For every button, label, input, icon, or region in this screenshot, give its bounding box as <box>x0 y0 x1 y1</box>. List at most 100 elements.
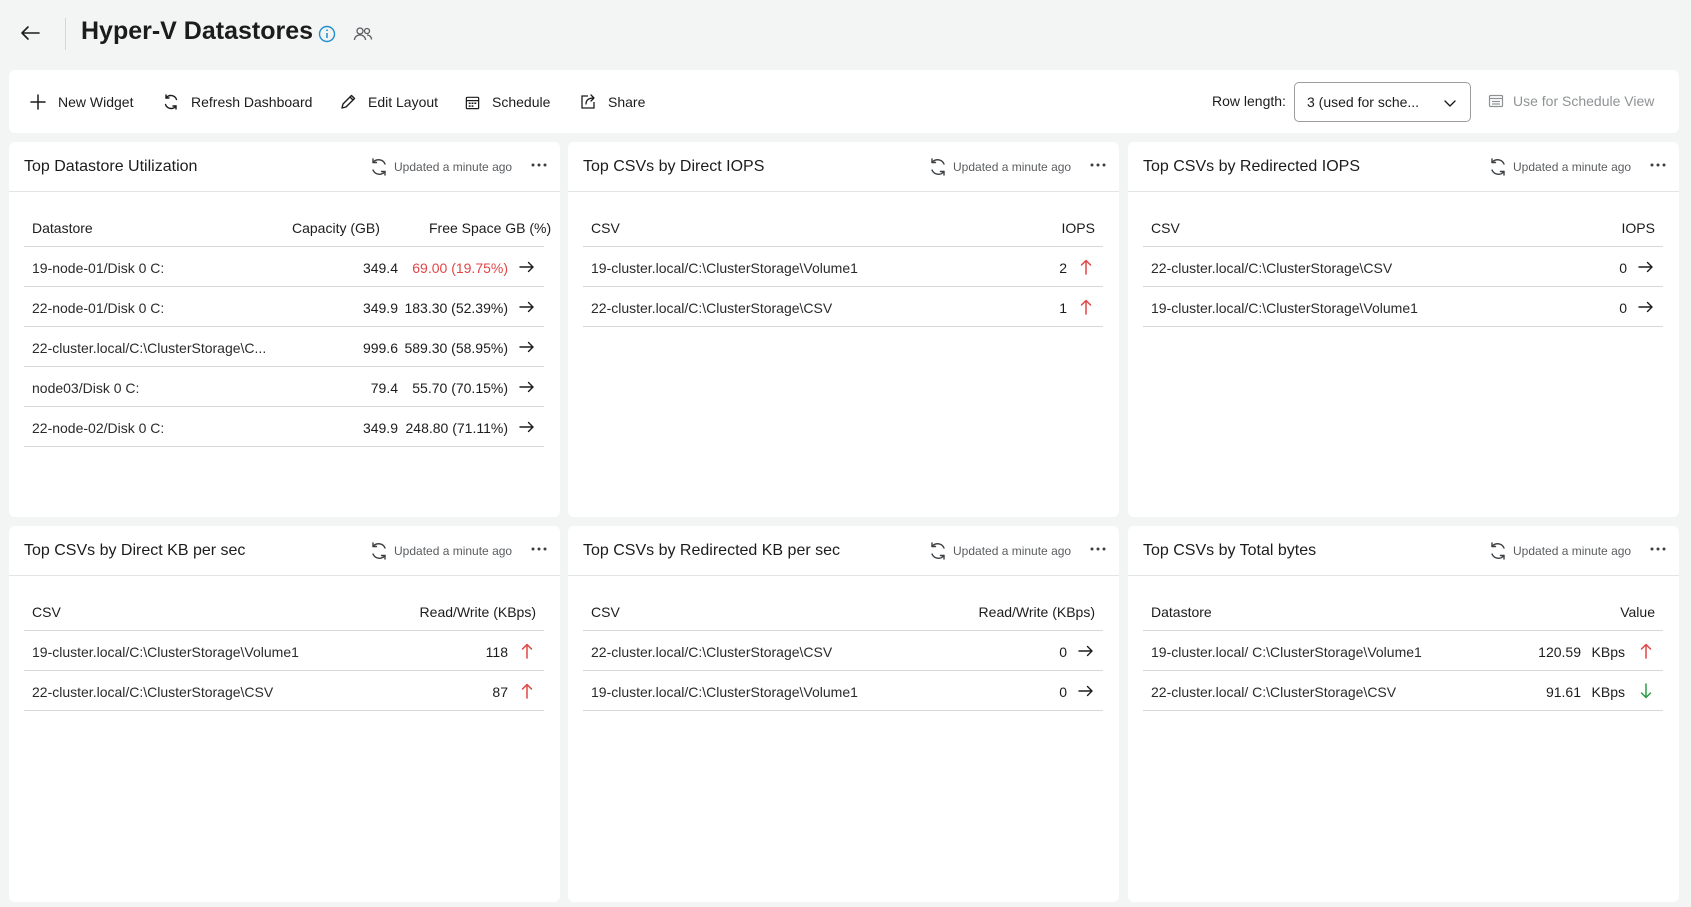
more-options-icon[interactable] <box>1087 538 1109 560</box>
widget-top-csvs-redirected-kb: Top CSVs by Redirected KB per sec Update… <box>568 526 1119 902</box>
widget-top-datastore-utilization: Top Datastore Utilization Updated a minu… <box>9 142 560 517</box>
back-arrow-icon[interactable] <box>15 18 45 48</box>
kbps-value: 87 <box>492 684 508 700</box>
widget-title: Top Datastore Utilization <box>24 158 198 175</box>
arrow-right-icon[interactable] <box>518 418 536 436</box>
edit-layout-label: Edit Layout <box>368 94 439 110</box>
unit-label: KBps <box>1591 644 1625 660</box>
table-row[interactable]: 22-cluster.local/C:\ClusterStorage\C... … <box>24 327 544 367</box>
arrow-right-icon[interactable] <box>518 378 536 396</box>
table-row[interactable]: 19-cluster.local/C:\ClusterStorage\Volum… <box>1143 287 1663 327</box>
more-options-icon[interactable] <box>1647 154 1669 176</box>
refresh-icon[interactable] <box>368 156 390 178</box>
iops-value: 1 <box>1059 300 1067 316</box>
arrow-right-icon[interactable] <box>1077 682 1095 700</box>
arrow-down-icon <box>1637 682 1655 700</box>
refresh-icon[interactable] <box>1487 540 1509 562</box>
table-row[interactable]: 19-cluster.local/C:\ClusterStorage\Volum… <box>24 631 544 671</box>
datastore-name: 22-cluster.local/ C:\ClusterStorage\CSV <box>1151 684 1397 700</box>
table-row[interactable]: 22-cluster.local/C:\ClusterStorage\CSV 8… <box>24 671 544 711</box>
more-options-icon[interactable] <box>528 154 550 176</box>
refresh-dashboard-button[interactable]: Refresh Dashboard <box>162 88 312 116</box>
users-icon[interactable] <box>352 24 374 44</box>
column-header: Read/Write (KBps) <box>419 604 536 620</box>
csv-name: 19-cluster.local/C:\ClusterStorage\Volum… <box>591 260 858 276</box>
free-space-value: 589.30 (58.95%) <box>404 340 508 356</box>
iops-value: 0 <box>1619 300 1627 316</box>
arrow-right-icon[interactable] <box>518 258 536 276</box>
use-for-schedule-view-toggle[interactable]: Use for Schedule View <box>1488 93 1654 109</box>
arrow-right-icon[interactable] <box>1637 298 1655 316</box>
new-widget-button[interactable]: New Widget <box>29 88 133 116</box>
refresh-dashboard-label: Refresh Dashboard <box>191 94 313 110</box>
updated-status: Updated a minute ago <box>1513 160 1632 174</box>
bytes-value: 91.61 <box>1545 684 1581 700</box>
refresh-icon[interactable] <box>927 156 949 178</box>
updated-status: Updated a minute ago <box>394 544 513 558</box>
row-length-select[interactable]: 3 (used for sche... <box>1294 82 1471 122</box>
table-header: CSV Read/Write (KBps) <box>583 591 1103 631</box>
data-table: CSV Read/Write (KBps) 22-cluster.local/C… <box>583 591 1103 711</box>
updated-status: Updated a minute ago <box>953 544 1072 558</box>
arrow-right-icon[interactable] <box>518 298 536 316</box>
table-row[interactable]: 22-cluster.local/C:\ClusterStorage\CSV 1 <box>583 287 1103 327</box>
page-title: Hyper-V Datastores <box>81 17 314 45</box>
column-header: Datastore <box>1151 604 1212 620</box>
table-row[interactable]: 19-node-01/Disk 0 C: 349.4 69.00 (19.75%… <box>24 247 544 287</box>
table-row[interactable]: 19-cluster.local/C:\ClusterStorage\Volum… <box>583 671 1103 711</box>
more-options-icon[interactable] <box>1087 154 1109 176</box>
table-row[interactable]: 22-cluster.local/C:\ClusterStorage\CSV 0 <box>583 631 1103 671</box>
updated-status: Updated a minute ago <box>394 160 513 174</box>
calendar-icon <box>465 96 480 109</box>
arrow-right-icon[interactable] <box>1077 642 1095 660</box>
bytes-value: 120.59 <box>1538 644 1581 660</box>
more-options-icon[interactable] <box>528 538 550 560</box>
widget-header: Top CSVs by Redirected IOPS Updated a mi… <box>1128 142 1679 192</box>
widget-title: Top CSVs by Redirected IOPS <box>1143 158 1360 175</box>
widget-top-csvs-redirected-iops: Top CSVs by Redirected IOPS Updated a mi… <box>1128 142 1679 517</box>
arrow-right-icon[interactable] <box>518 338 536 356</box>
table-row[interactable]: 22-cluster.local/ C:\ClusterStorage\CSV … <box>1143 671 1663 711</box>
unit-label: KBps <box>1591 684 1625 700</box>
widget-header: Top CSVs by Direct IOPS Updated a minute… <box>568 142 1119 192</box>
datastore-name: 22-node-01/Disk 0 C: <box>32 300 165 316</box>
table-row[interactable]: 22-node-02/Disk 0 C: 349.9 248.80 (71.11… <box>24 407 544 447</box>
widget-title: Top CSVs by Direct KB per sec <box>24 542 246 559</box>
more-options-icon[interactable] <box>1647 538 1669 560</box>
column-header: Free Space GB (%) <box>429 220 552 236</box>
table-row[interactable]: 19-cluster.local/ C:\ClusterStorage\Volu… <box>1143 631 1663 671</box>
share-button[interactable]: Share <box>579 88 645 116</box>
table-header: CSV IOPS <box>1143 207 1663 247</box>
use-for-schedule-view-label: Use for Schedule View <box>1513 93 1655 109</box>
schedule-view-icon <box>1488 94 1504 108</box>
datastore-name: 22-cluster.local/C:\ClusterStorage\C... <box>32 340 267 356</box>
refresh-icon[interactable] <box>927 540 949 562</box>
column-header: Capacity (GB) <box>292 220 380 236</box>
table-row[interactable]: 22-node-01/Disk 0 C: 349.9 183.30 (52.39… <box>24 287 544 327</box>
info-icon[interactable] <box>317 24 337 44</box>
capacity-value: 79.4 <box>370 380 398 396</box>
refresh-icon[interactable] <box>1487 156 1509 178</box>
table-row[interactable]: 19-cluster.local/C:\ClusterStorage\Volum… <box>583 247 1103 287</box>
column-header: CSV <box>1151 220 1180 236</box>
table-row[interactable]: 22-cluster.local/C:\ClusterStorage\CSV 0 <box>1143 247 1663 287</box>
csv-name: 19-cluster.local/C:\ClusterStorage\Volum… <box>32 644 299 660</box>
csv-name: 22-cluster.local/C:\ClusterStorage\CSV <box>591 300 833 316</box>
free-space-value: 69.00 (19.75%) <box>412 260 508 276</box>
table-row[interactable]: node03/Disk 0 C: 79.4 55.70 (70.15%) <box>24 367 544 407</box>
widget-top-csvs-direct-iops: Top CSVs by Direct IOPS Updated a minute… <box>568 142 1119 517</box>
table-header: Datastore Capacity (GB) Free Space GB (%… <box>24 207 551 247</box>
refresh-icon[interactable] <box>368 540 390 562</box>
column-header: Value <box>1620 604 1655 620</box>
plus-icon <box>30 94 46 110</box>
dashboard-toolbar: New Widget Refresh Dashboard Edit Layout… <box>9 70 1679 133</box>
schedule-button[interactable]: Schedule <box>464 88 550 116</box>
widget-header: Top CSVs by Direct KB per sec Updated a … <box>9 526 560 576</box>
arrow-right-icon[interactable] <box>1637 258 1655 276</box>
datastore-name: node03/Disk 0 C: <box>32 380 140 396</box>
data-table: Datastore Value 19-cluster.local/ C:\Clu… <box>1143 591 1663 711</box>
kbps-value: 118 <box>485 644 508 660</box>
edit-layout-button[interactable]: Edit Layout <box>339 88 438 116</box>
arrow-up-icon <box>518 682 536 700</box>
free-space-value: 55.70 (70.15%) <box>412 380 508 396</box>
